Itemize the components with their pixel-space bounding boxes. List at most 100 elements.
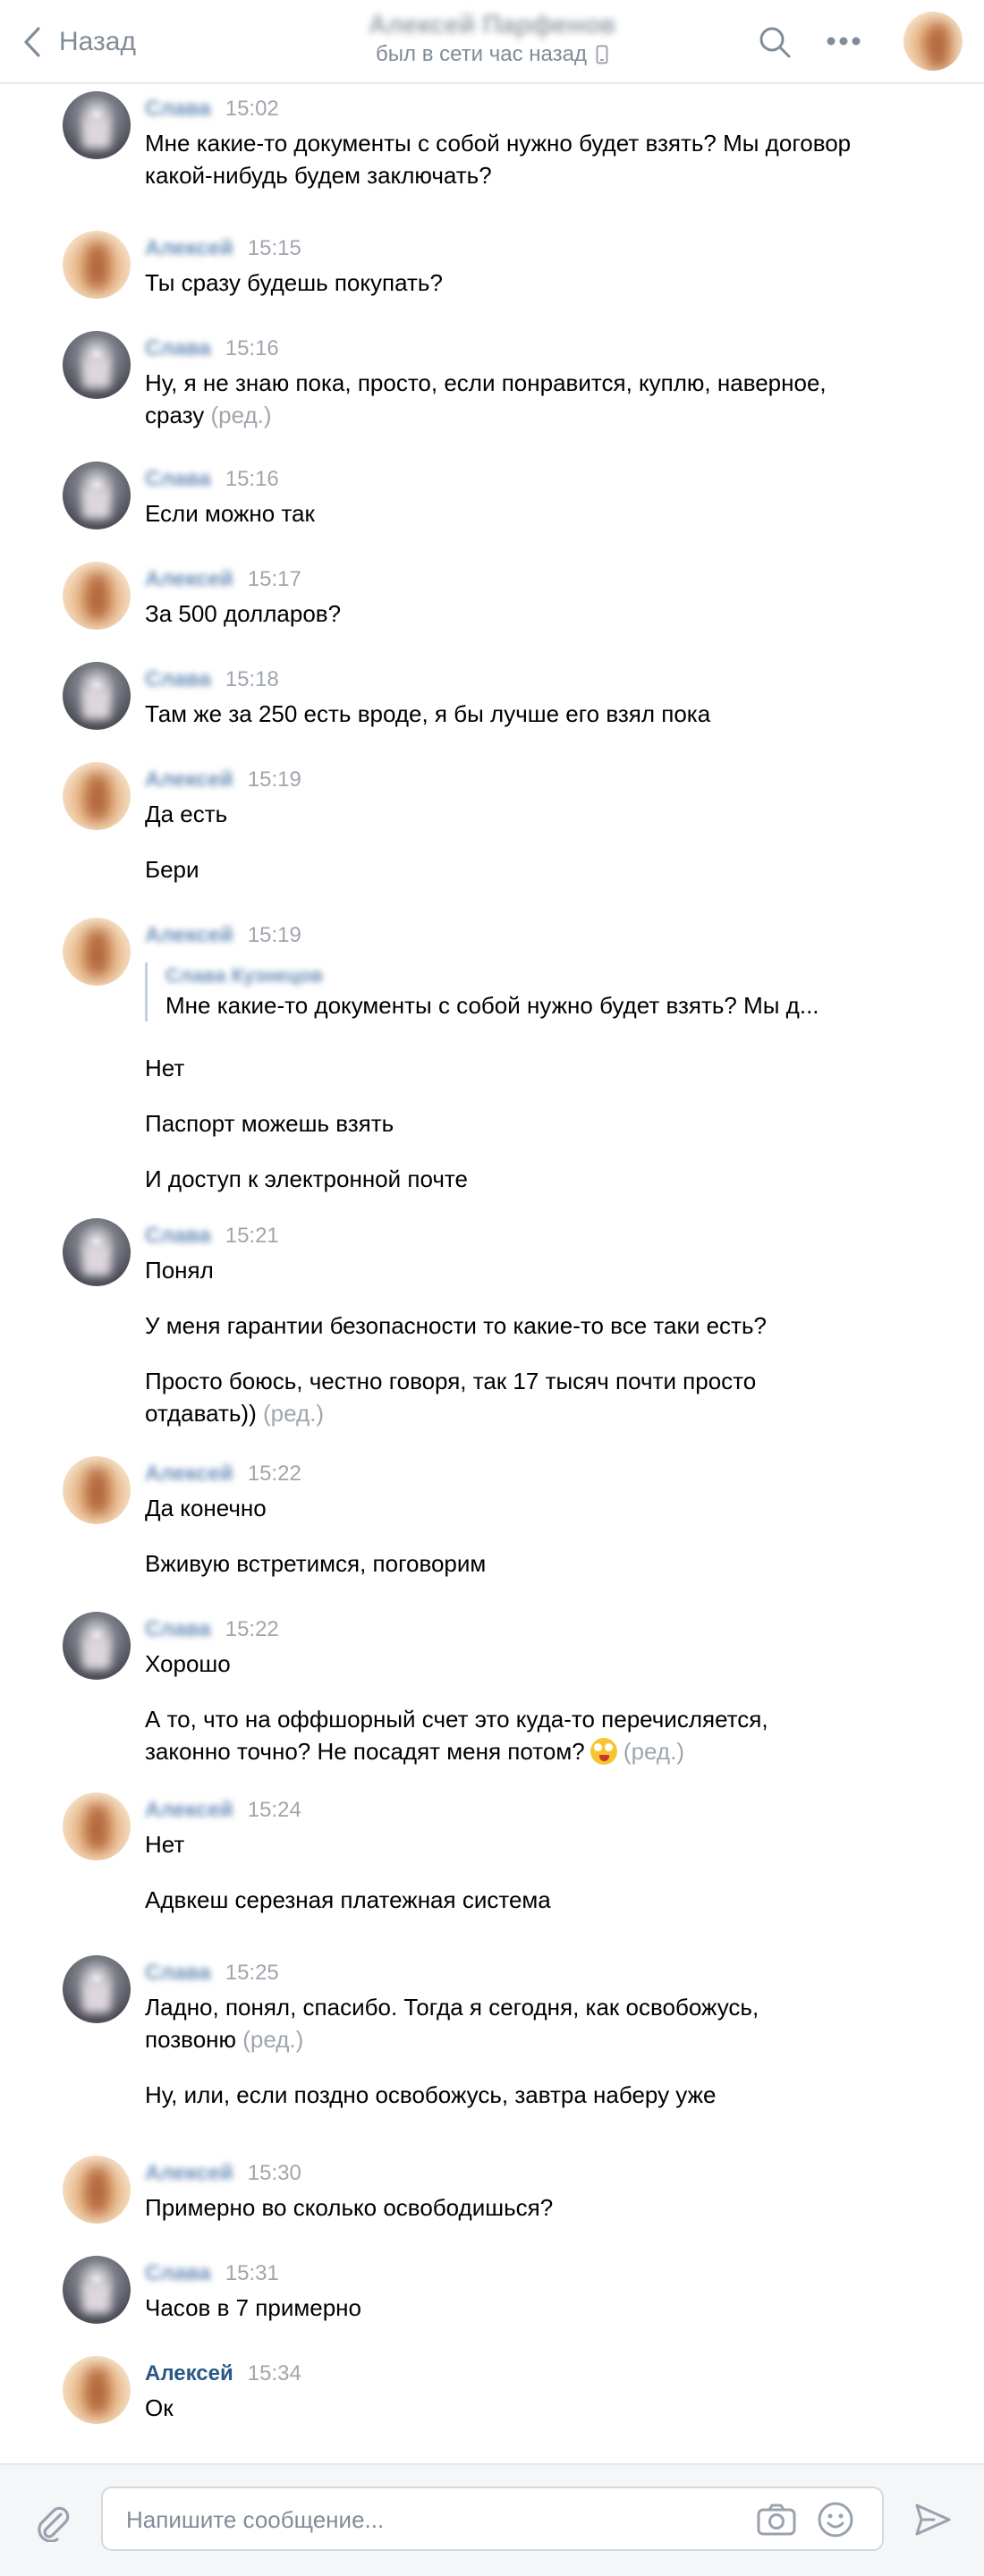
avatar[interactable] bbox=[63, 662, 131, 730]
edited-marker: (ред.) bbox=[623, 1738, 684, 1765]
message-text: Ну, я не знаю пока, просто, если понрави… bbox=[145, 367, 852, 431]
edited-marker: (ред.) bbox=[210, 402, 272, 428]
message-text-content: Нет bbox=[145, 1831, 185, 1858]
message-meta: Алексей 15:30 bbox=[145, 2161, 301, 2186]
message-text: Да есть bbox=[145, 798, 852, 830]
message-text: Там же за 250 есть вроде, я бы лучше его… bbox=[145, 698, 852, 730]
avatar[interactable] bbox=[63, 462, 131, 530]
message-time: 15:17 bbox=[247, 567, 301, 591]
message-meta: Слава 15:31 bbox=[145, 2261, 279, 2286]
message-time: 15:19 bbox=[247, 767, 301, 792]
avatar[interactable] bbox=[63, 91, 131, 159]
message-text-content: Паспорт можешь взять bbox=[145, 1110, 394, 1137]
message-text-content: Ну, или, если поздно освобожусь, завтра … bbox=[145, 2081, 717, 2108]
message-author[interactable]: Слава bbox=[145, 1961, 211, 1986]
message-time: 15:25 bbox=[225, 1961, 279, 1985]
message-text: За 500 долларов? bbox=[145, 597, 852, 630]
message-time: 15:34 bbox=[247, 2361, 301, 2385]
message-author[interactable]: Алексей bbox=[145, 923, 233, 948]
message-author[interactable]: Алексей bbox=[145, 2161, 233, 2186]
avatar[interactable] bbox=[63, 562, 131, 630]
message-text: Нет bbox=[145, 1052, 852, 1084]
status-text: был в сети час назад bbox=[376, 42, 587, 66]
message-text: Паспорт можешь взять bbox=[145, 1107, 852, 1140]
back-label: Назад bbox=[59, 27, 136, 56]
edited-marker: (ред.) bbox=[242, 2026, 304, 2053]
message-text: Да конечно bbox=[145, 1492, 852, 1524]
message-time: 15:22 bbox=[247, 1462, 301, 1486]
message-author[interactable]: Слава bbox=[145, 667, 211, 692]
message-text: Примерно во сколько освободишься? bbox=[145, 2191, 852, 2224]
message-text-content: Вживую встретимся, поговорим bbox=[145, 1550, 487, 1577]
message-author[interactable]: Слава bbox=[145, 336, 211, 361]
send-icon[interactable] bbox=[914, 2503, 952, 2537]
message-text: Ты сразу будешь покупать? bbox=[145, 267, 852, 299]
message-text-content: Часов в 7 примерно bbox=[145, 2294, 361, 2321]
message-text-content: Просто боюсь, честно говоря, так 17 тыся… bbox=[145, 1368, 757, 1427]
message-author[interactable]: Алексей bbox=[145, 567, 233, 592]
message-author[interactable]: Слава bbox=[145, 1224, 211, 1249]
message-author[interactable]: Алексей bbox=[145, 236, 233, 261]
message-text: Часов в 7 примерно bbox=[145, 2292, 852, 2324]
message-text-content: Нет bbox=[145, 1055, 185, 1081]
quoted-message[interactable]: Слава Кузнецов Мне какие-то документы с с… bbox=[145, 962, 852, 1021]
message-text: И доступ к электронной почте bbox=[145, 1163, 852, 1195]
message-time: 15:21 bbox=[225, 1224, 279, 1248]
avatar[interactable] bbox=[63, 1456, 131, 1524]
message-author[interactable]: Алексей bbox=[145, 767, 233, 792]
message-text-content: Понял bbox=[145, 1257, 214, 1284]
paperclip-icon[interactable] bbox=[34, 2503, 72, 2542]
message-author[interactable]: Слава bbox=[145, 97, 211, 122]
message-author[interactable]: Алексей bbox=[145, 1462, 233, 1487]
avatar[interactable] bbox=[63, 1955, 131, 2023]
message-time: 15:22 bbox=[225, 1617, 279, 1641]
message-time: 15:18 bbox=[225, 667, 279, 691]
quoted-author: Слава Кузнецов bbox=[165, 964, 323, 987]
message-text-content: Хорошо bbox=[145, 1650, 231, 1677]
message-text-content: Мне какие-то документы с собой нужно буд… bbox=[145, 130, 852, 189]
message-meta: Алексей 15:22 bbox=[145, 1462, 301, 1487]
search-icon[interactable] bbox=[758, 25, 792, 59]
avatar[interactable] bbox=[63, 762, 131, 830]
message-meta: Слава 15:18 bbox=[145, 667, 279, 692]
message-text-content: Если можно так bbox=[145, 500, 315, 527]
quoted-text: Мне какие-то документы с собой нужно буд… bbox=[165, 992, 819, 1019]
avatar[interactable] bbox=[63, 1792, 131, 1860]
avatar[interactable] bbox=[63, 2356, 131, 2424]
message-author[interactable]: Алексей bbox=[145, 1798, 233, 1823]
avatar[interactable] bbox=[63, 2256, 131, 2324]
more-options-icon[interactable] bbox=[826, 36, 861, 47]
message-time: 15:16 bbox=[225, 336, 279, 360]
message-input[interactable] bbox=[124, 2488, 629, 2551]
avatar[interactable] bbox=[63, 231, 131, 299]
message-author[interactable]: Слава bbox=[145, 467, 211, 492]
message-author[interactable]: Слава bbox=[145, 2261, 211, 2286]
message-text-content: За 500 долларов? bbox=[145, 600, 342, 627]
avatar[interactable] bbox=[63, 1218, 131, 1286]
message-author[interactable]: Слава bbox=[145, 1617, 211, 1642]
smile-icon[interactable] bbox=[817, 2501, 854, 2538]
message-composer bbox=[0, 2463, 984, 2576]
contact-avatar[interactable] bbox=[903, 12, 963, 71]
edited-marker: (ред.) bbox=[262, 1400, 325, 1427]
message-time: 15:24 bbox=[247, 1798, 301, 1822]
contact-name[interactable]: Алексей Парфенов bbox=[369, 11, 615, 40]
avatar[interactable] bbox=[63, 918, 131, 986]
message-time: 15:16 bbox=[225, 467, 279, 491]
camera-icon[interactable] bbox=[756, 2503, 797, 2537]
message-text: Просто боюсь, честно говоря, так 17 тыся… bbox=[145, 1365, 852, 1429]
avatar[interactable] bbox=[63, 2156, 131, 2224]
message-meta: Алексей 15:19 bbox=[145, 767, 301, 792]
back-button[interactable]: Назад bbox=[23, 18, 136, 66]
message-text: Ну, или, если поздно освобожусь, завтра … bbox=[145, 2079, 852, 2111]
chevron-left-icon bbox=[24, 27, 40, 57]
message-text-content: И доступ к электронной почте bbox=[145, 1165, 468, 1192]
message-text-content: У меня гарантии безопасности то какие-то… bbox=[145, 1312, 767, 1339]
message-author[interactable]: Алексей bbox=[145, 2361, 233, 2386]
message-text: Ладно, понял, спасибо. Тогда я сегодня, … bbox=[145, 1991, 852, 2055]
message-text: Если можно так bbox=[145, 497, 852, 530]
message-text: У меня гарантии безопасности то какие-то… bbox=[145, 1309, 852, 1342]
scared-face-emoji-icon bbox=[590, 1738, 617, 1765]
avatar[interactable] bbox=[63, 331, 131, 399]
avatar[interactable] bbox=[63, 1612, 131, 1680]
